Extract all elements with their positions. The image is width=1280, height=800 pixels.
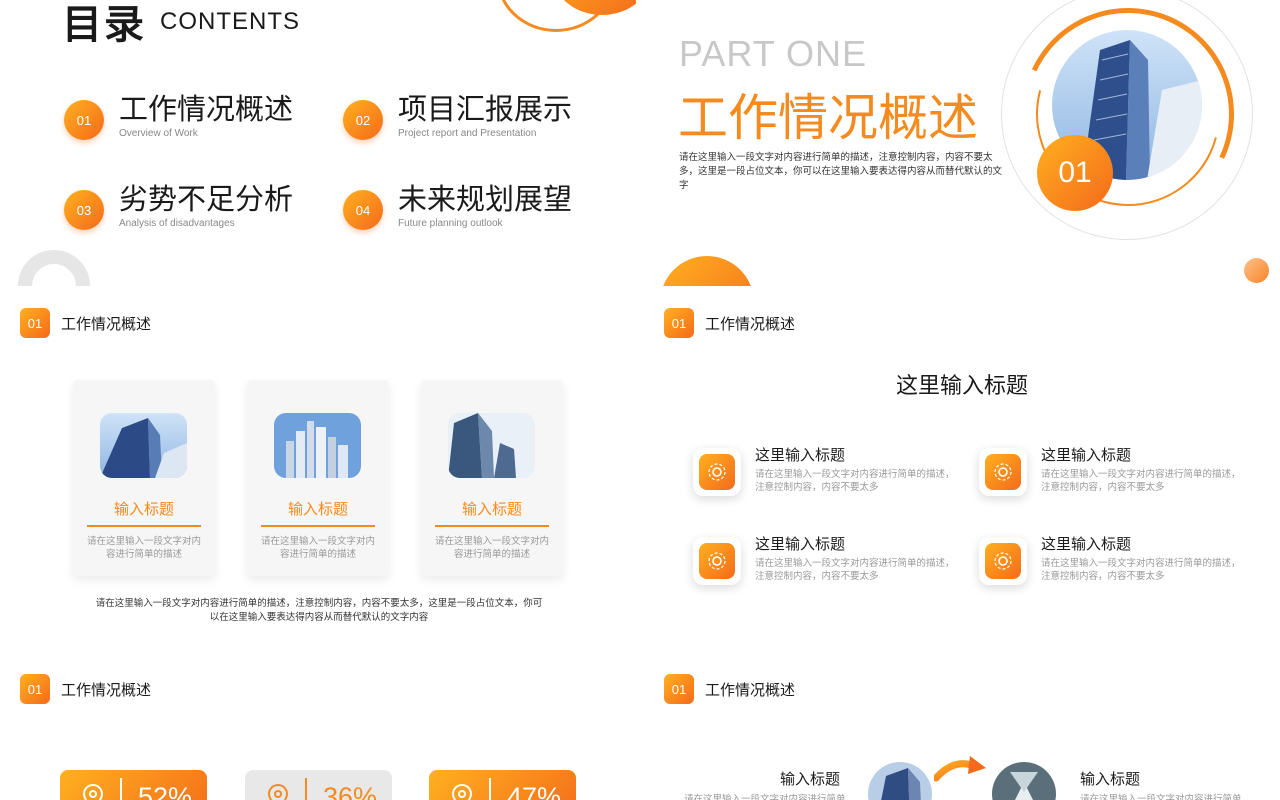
slide-contents[interactable]: 目录 CONTENTS 01 工作情况概述 Overview of Work 0…: [0, 0, 636, 286]
feature-title: 这里输入标题: [1041, 535, 1132, 553]
slide-cards[interactable]: 01 工作情况概述 输入标题 请在这里输入一段文字对内容进行简单的描述 输入标题…: [0, 292, 636, 650]
feature-description: 请在这里输入一段文字对内容进行简单的描述，注意控制内容，内容不要太多: [755, 469, 955, 493]
features-heading: 这里输入标题: [895, 374, 1028, 399]
toc-number: 01: [64, 100, 104, 140]
section-number-badge: 01: [664, 308, 694, 338]
toc-title-cn: 工作情况概述: [119, 92, 294, 126]
toc-title-en: Analysis of disadvantages: [119, 218, 235, 229]
feature-description: 请在这里输入一段文字对内容进行简单的描述，注意控制内容，内容不要太多: [1041, 469, 1241, 493]
feature-item-4[interactable]: 这里输入标题 请在这里输入一段文字对内容进行简单的描述，注意控制内容，内容不要太…: [979, 535, 1249, 593]
info-card-3[interactable]: 输入标题 请在这里输入一段文字对内容进行简单的描述: [421, 380, 563, 576]
building-photo: [868, 762, 932, 800]
process-right-title: 输入标题: [1080, 770, 1141, 788]
info-card-1[interactable]: 输入标题 请在这里输入一段文字对内容进行简单的描述: [73, 380, 215, 576]
card-description: 请在这里输入一段文字对内容进行简单的描述: [87, 536, 202, 560]
toc-title-en: Project report and Presentation: [398, 128, 537, 139]
feature-title: 这里输入标题: [755, 446, 846, 464]
section-number-badge: 01: [20, 674, 50, 704]
toc-title-en: Overview of Work: [119, 128, 198, 139]
gear-icon: [699, 454, 735, 490]
feature-description: 请在这里输入一段文字对内容进行简单的描述，注意控制内容，内容不要太多: [755, 558, 955, 582]
section-number-badge: 01: [20, 308, 50, 338]
toc-item-2[interactable]: 02 项目汇报展示 Project report and Presentatio…: [343, 92, 603, 152]
decor-gray-ring: [18, 250, 90, 286]
feature-item-3[interactable]: 这里输入标题 请在这里输入一段文字对内容进行简单的描述，注意控制内容，内容不要太…: [693, 535, 963, 593]
gear-icon: [699, 543, 735, 579]
stat-value: 36%: [323, 782, 378, 800]
building-photo: [100, 413, 187, 478]
building-photo: [992, 762, 1056, 800]
arrow-icon: [932, 754, 988, 786]
decor-dot: [1244, 258, 1269, 283]
stat-divider: [120, 778, 122, 800]
toc-item-1[interactable]: 01 工作情况概述 Overview of Work: [64, 92, 324, 152]
toc-number: 02: [343, 100, 383, 140]
card-divider: [261, 525, 375, 527]
toc-title-cn: 劣势不足分析: [119, 182, 294, 216]
location-pin-icon: [263, 782, 293, 800]
card-title: 输入标题: [461, 500, 522, 518]
slide-part-one[interactable]: PART ONE 工作情况概述 请在这里输入一段文字对内容进行简单的描述，注意控…: [644, 0, 1280, 286]
feature-item-1[interactable]: 这里输入标题 请在这里输入一段文字对内容进行简单的描述，注意控制内容，内容不要太…: [693, 446, 963, 504]
feature-description: 请在这里输入一段文字对内容进行简单的描述，注意控制内容，内容不要太多: [1041, 558, 1241, 582]
gear-icon: [985, 543, 1021, 579]
feature-icon-frame: [979, 537, 1027, 585]
stat-card-2[interactable]: 36%: [245, 770, 392, 800]
section-title: 工作情况概述: [61, 315, 152, 333]
feature-icon-frame: [693, 448, 741, 496]
card-title: 输入标题: [113, 500, 174, 518]
process-left-title: 输入标题: [780, 770, 841, 788]
process-left-description: 请在这里输入一段文字对内容进行简单: [684, 794, 846, 800]
part-description: 请在这里输入一段文字对内容进行简单的描述，注意控制内容，内容不要太多，这里是一段…: [679, 152, 1003, 191]
location-pin-icon: [447, 782, 477, 800]
feature-icon-frame: [979, 448, 1027, 496]
section-title: 工作情况概述: [61, 681, 152, 699]
feature-title: 这里输入标题: [755, 535, 846, 553]
card-divider: [435, 525, 549, 527]
slide-stats[interactable]: 01 工作情况概述 52% 36% 47%: [0, 658, 636, 800]
card-title: 输入标题: [287, 500, 348, 518]
section-number-badge: 01: [664, 674, 694, 704]
card-divider: [87, 525, 201, 527]
feature-icon-frame: [693, 537, 741, 585]
cards-footer-text: 请在这里输入一段文字对内容进行简单的描述，注意控制内容，内容不要太多，这里是一段…: [95, 598, 543, 623]
toc-title-cn: 项目汇报展示: [398, 92, 573, 126]
toc-number: 03: [64, 190, 104, 230]
toc-number: 04: [343, 190, 383, 230]
stat-divider: [489, 778, 491, 800]
decor-semicircle: [660, 256, 754, 286]
skyline-photo: [274, 413, 361, 478]
slide-features[interactable]: 01 工作情况概述 这里输入标题 这里输入标题 请在这里输入一段文字对内容进行简…: [644, 292, 1280, 650]
location-pin-icon: [78, 782, 108, 800]
stat-card-3[interactable]: 47%: [429, 770, 576, 800]
card-description: 请在这里输入一段文字对内容进行简单的描述: [261, 536, 376, 560]
toc-title-en: Future planning outlook: [398, 218, 503, 229]
toc-item-4[interactable]: 04 未来规划展望 Future planning outlook: [343, 182, 603, 242]
stat-value: 47%: [507, 782, 562, 800]
stat-card-1[interactable]: 52%: [60, 770, 207, 800]
process-right-description: 请在这里输入一段文字对内容进行简单: [1080, 794, 1242, 800]
stat-divider: [305, 778, 307, 800]
gear-icon: [985, 454, 1021, 490]
feature-title: 这里输入标题: [1041, 446, 1132, 464]
part-label: PART ONE: [679, 33, 868, 74]
part-title: 工作情况概述: [678, 89, 978, 147]
section-title: 工作情况概述: [705, 681, 796, 699]
contents-title: 目录: [62, 2, 146, 48]
part-number: 01: [1037, 135, 1113, 211]
section-title: 工作情况概述: [705, 315, 796, 333]
info-card-2[interactable]: 输入标题 请在这里输入一段文字对内容进行简单的描述: [247, 380, 389, 576]
card-description: 请在这里输入一段文字对内容进行简单的描述: [435, 536, 550, 560]
feature-item-2[interactable]: 这里输入标题 请在这里输入一段文字对内容进行简单的描述，注意控制内容，内容不要太…: [979, 446, 1249, 504]
stat-value: 52%: [138, 782, 193, 800]
building-photo: [448, 413, 535, 478]
contents-title-en: CONTENTS: [160, 8, 300, 35]
slide-process[interactable]: 01 工作情况概述 输入标题 请在这里输入一段文字对内容进行简单 输入标题 请在…: [644, 658, 1280, 800]
toc-item-3[interactable]: 03 劣势不足分析 Analysis of disadvantages: [64, 182, 324, 242]
toc-title-cn: 未来规划展望: [398, 182, 573, 216]
